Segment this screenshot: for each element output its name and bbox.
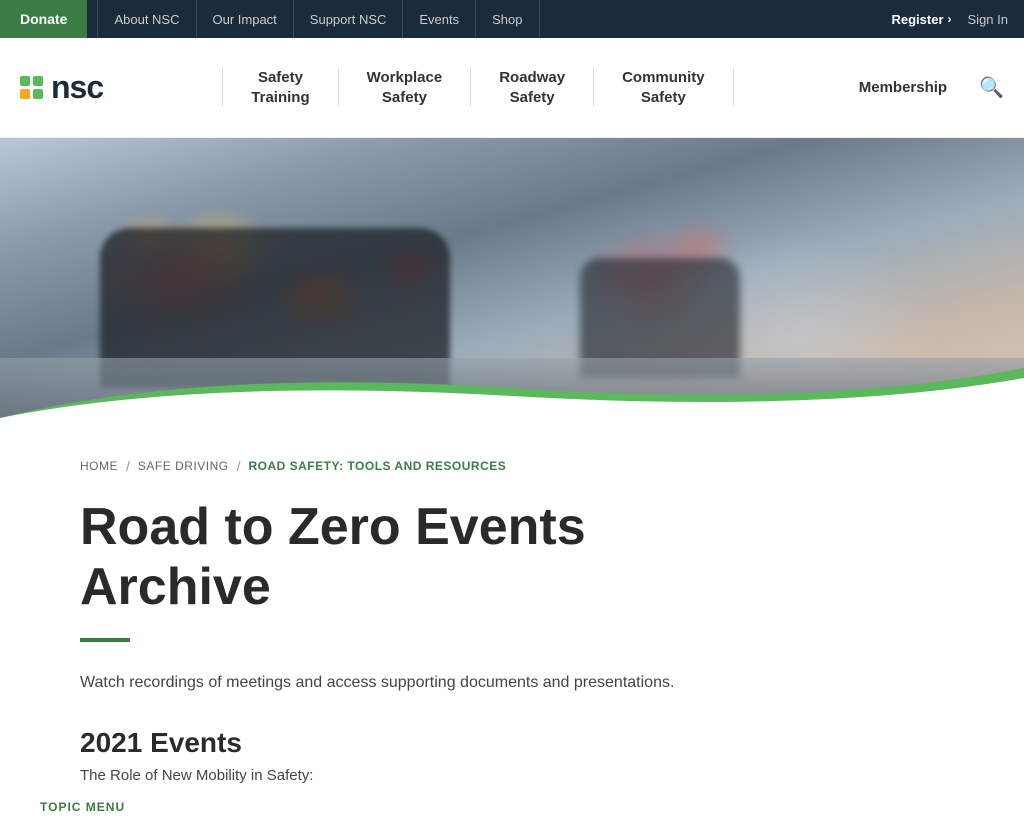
breadcrumb-sep-2: / [237,458,241,474]
nav-community-safety[interactable]: CommunitySafety [594,68,734,107]
search-button[interactable]: 🔍 [979,75,1004,100]
nav-safety-training[interactable]: SafetyTraining [222,68,338,107]
breadcrumb-home[interactable]: HOME [80,459,118,473]
register-link[interactable]: Register › [891,12,951,27]
breadcrumb-sep-1: / [126,458,130,474]
logo-dot-1 [20,76,30,86]
shop-link[interactable]: Shop [476,0,539,38]
register-label: Register [891,12,943,27]
page-title-line1: Road to Zero Events [80,498,586,556]
about-nsc-link[interactable]: About NSC [97,0,196,38]
page-description: Watch recordings of meetings and access … [80,670,820,696]
topic-menu-label[interactable]: TOPIC MENU [20,800,125,814]
content-area: HOME / SAFE DRIVING / ROAD SAFETY: TOOLS… [0,418,900,824]
top-bar-right: Register › Sign In [891,12,1008,27]
main-nav: nsc SafetyTraining WorkplaceSafety Roadw… [0,38,1024,138]
logo-dot-3 [20,89,30,99]
nav-roadway-safety[interactable]: RoadwaySafety [471,68,594,107]
green-divider [80,638,130,642]
main-nav-links: SafetyTraining WorkplaceSafety RoadwaySa… [123,68,833,107]
our-impact-link[interactable]: Our Impact [197,0,294,38]
nsc-logo[interactable]: nsc [20,69,103,106]
page-title: Road to Zero Events Archive [80,498,820,618]
nsc-logo-text: nsc [51,69,103,106]
logo-dot-2 [33,76,43,86]
page-title-line2: Archive [80,558,271,616]
top-bar: Donate About NSC Our Impact Support NSC … [0,0,1024,38]
events-teaser: The Role of New Mobility in Safety: [80,767,820,784]
register-arrow: › [948,12,952,26]
nsc-logo-dots [20,76,43,99]
breadcrumb: HOME / SAFE DRIVING / ROAD SAFETY: TOOLS… [80,458,820,474]
signin-link[interactable]: Sign In [968,12,1008,27]
support-nsc-link[interactable]: Support NSC [294,0,404,38]
top-bar-nav: About NSC Our Impact Support NSC Events … [97,0,539,38]
events-year-heading: 2021 Events [80,727,820,759]
main-nav-right: Membership 🔍 [843,75,1004,100]
breadcrumb-safe-driving[interactable]: SAFE DRIVING [138,459,229,473]
search-icon: 🔍 [979,77,1004,99]
main-content: HOME / SAFE DRIVING / ROAD SAFETY: TOOLS… [0,418,1024,824]
breadcrumb-current[interactable]: ROAD SAFETY: TOOLS AND RESOURCES [248,459,506,473]
hero-image [0,138,1024,418]
hero-curve [0,368,1024,418]
nav-workplace-safety[interactable]: WorkplaceSafety [339,68,472,107]
logo-dot-4 [33,89,43,99]
events-link[interactable]: Events [403,0,476,38]
donate-button[interactable]: Donate [0,0,87,38]
membership-link[interactable]: Membership [843,79,963,96]
